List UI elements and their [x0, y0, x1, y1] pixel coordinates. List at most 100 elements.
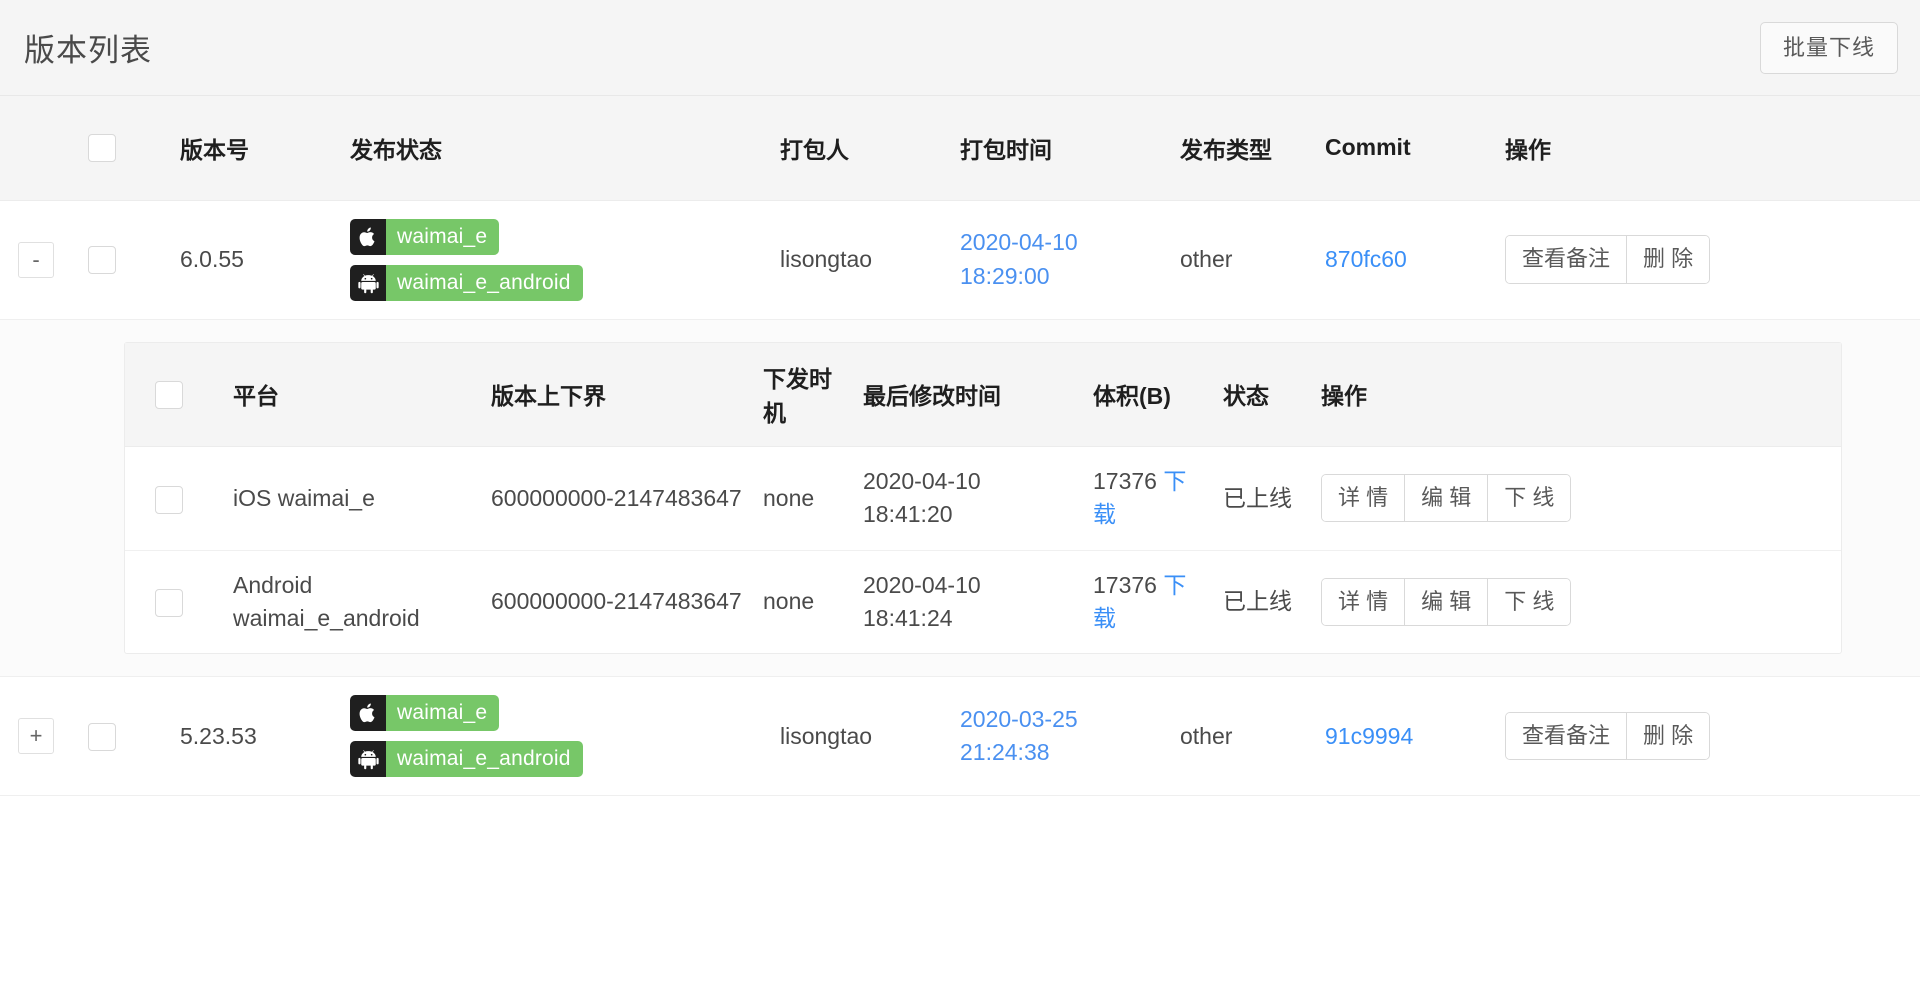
sub-select-all-checkbox[interactable]: [155, 380, 183, 409]
column-header-select: [78, 96, 170, 201]
sub-row-platform: iOS waimai_e: [223, 446, 481, 551]
platform-badge-ios-label: waimai_e: [386, 218, 500, 255]
sub-column-header-size: 体积(B): [1083, 342, 1213, 447]
column-header-version: 版本号: [170, 96, 340, 201]
apple-icon: [350, 218, 386, 255]
view-remark-button[interactable]: 查看备注: [1506, 236, 1627, 283]
row-packager: lisongtao: [770, 676, 950, 797]
offline-button[interactable]: 下 线: [1487, 475, 1571, 522]
platform-badge-ios: waimai_e: [350, 695, 500, 732]
sub-row-size-value: 17376: [1093, 468, 1157, 494]
row-pack-time[interactable]: 2020-04-10 18:29:00: [950, 200, 1170, 320]
column-header-release-status: 发布状态: [340, 96, 770, 201]
sub-row-action-button-group: 详 情 编 辑 下 线: [1321, 474, 1572, 523]
sub-row-checkbox[interactable]: [155, 485, 183, 514]
expand-toggle-button[interactable]: -: [18, 241, 54, 278]
sub-row-size-value: 17376: [1093, 571, 1157, 598]
page-header: 版本列表 批量下线: [0, 0, 1920, 96]
sub-row-last-modified: 2020-04-10 18:41:20: [853, 446, 1083, 551]
view-remark-button[interactable]: 查看备注: [1506, 713, 1627, 760]
sub-row-size-cell: 17376 下载: [1083, 446, 1213, 551]
table-body: - 6.0.55 waimai_e waimai_e_android lison…: [0, 200, 1920, 797]
sub-column-header-timing: 下发时机: [753, 342, 853, 447]
edit-button[interactable]: 编 辑: [1404, 475, 1488, 522]
row-release-status: waimai_e waimai_e_android: [340, 676, 770, 797]
delete-button[interactable]: 删 除: [1626, 713, 1710, 760]
platform-badge-android: waimai_e_android: [350, 264, 583, 301]
platform-badge-ios: waimai_e: [350, 218, 500, 255]
row-checkbox[interactable]: [88, 722, 116, 751]
sub-row-timing: none: [763, 588, 815, 615]
expanded-detail-cell: 平台 版本上下界 下发时机 最后修改时间 体积(B) 状态 操作 iOS wai…: [0, 319, 1920, 678]
row-commit[interactable]: 870fc60: [1315, 200, 1495, 320]
commit-link[interactable]: 870fc60: [1325, 246, 1407, 272]
sub-row-state: 已上线: [1223, 588, 1292, 615]
row-pack-time[interactable]: 2020-03-25 21:24:38: [950, 676, 1170, 797]
sub-row-select-cell: [125, 550, 223, 653]
row-operations: 查看备注 删 除: [1495, 200, 1920, 320]
row-checkbox[interactable]: [88, 245, 116, 274]
row-version: 5.23.53: [170, 676, 340, 797]
row-release-status: waimai_e waimai_e_android: [340, 200, 770, 320]
column-header-packager: 打包人: [770, 96, 950, 201]
row-commit[interactable]: 91c9994: [1315, 676, 1495, 797]
row-operations: 查看备注 删 除: [1495, 676, 1920, 797]
sub-row-state: 已上线: [1213, 446, 1311, 551]
platform-badge-ios-label: waimai_e: [386, 695, 500, 732]
pack-time-link[interactable]: 2020-03-25 21:24:38: [960, 706, 1078, 765]
sub-column-header-select: [125, 342, 223, 447]
row-expand-cell: -: [0, 200, 78, 320]
table-header-row: 版本号 发布状态 打包人 打包时间 发布类型 Commit 操作: [0, 96, 1920, 201]
expand-toggle-button[interactable]: +: [18, 718, 54, 755]
offline-button[interactable]: 下 线: [1487, 578, 1571, 626]
detail-button[interactable]: 详 情: [1322, 475, 1405, 522]
row-action-button-group: 查看备注 删 除: [1505, 235, 1711, 284]
sub-row-version-range: 600000000-2147483647: [491, 588, 742, 615]
sub-row-size-cell: 17376 下载: [1083, 550, 1213, 653]
sub-table-row: Android waimai_e_android 600000000-21474…: [125, 550, 1841, 653]
apple-icon: [350, 695, 386, 732]
pack-time-link[interactable]: 2020-04-10 18:29:00: [960, 229, 1078, 288]
sub-column-header-last-modified: 最后修改时间: [853, 342, 1083, 447]
sub-row-timing: none: [753, 446, 853, 551]
sub-table-row: iOS waimai_e 600000000-2147483647 none 2…: [125, 446, 1841, 551]
row-release-type: other: [1170, 200, 1315, 320]
delete-button[interactable]: 删 除: [1626, 236, 1710, 283]
sub-column-header-platform: 平台: [223, 342, 481, 447]
row-release-type: other: [1170, 676, 1315, 797]
sub-row-action-button-group: 详 情 编 辑 下 线: [1321, 577, 1572, 627]
table-row: + 5.23.53 waimai_e waimai_e_android liso…: [0, 676, 1920, 797]
detail-button[interactable]: 详 情: [1322, 578, 1405, 626]
sub-column-header-state: 状态: [1213, 342, 1311, 447]
android-icon: [350, 264, 386, 301]
sub-row-checkbox[interactable]: [155, 589, 183, 618]
platform-badge-android-label: waimai_e_android: [386, 741, 583, 778]
platform-badge-list: waimai_e waimai_e_android: [350, 695, 760, 778]
sub-table-body: iOS waimai_e 600000000-2147483647 none 2…: [125, 446, 1841, 654]
platform-badge-android: waimai_e_android: [350, 741, 583, 778]
select-all-checkbox[interactable]: [88, 134, 116, 163]
row-expand-cell: +: [0, 676, 78, 797]
sub-table-header-row: 平台 版本上下界 下发时机 最后修改时间 体积(B) 状态 操作: [125, 342, 1841, 447]
row-select-cell: [78, 200, 170, 320]
package-detail-panel: 平台 版本上下界 下发时机 最后修改时间 体积(B) 状态 操作 iOS wai…: [124, 341, 1842, 655]
batch-offline-button[interactable]: 批量下线: [1759, 21, 1898, 74]
android-icon: [350, 741, 386, 778]
column-header-operation: 操作: [1495, 96, 1920, 201]
sub-row-operations: 详 情 编 辑 下 线: [1311, 550, 1841, 653]
version-list-table: 版本号 发布状态 打包人 打包时间 发布类型 Commit 操作 - 6.0.5…: [0, 96, 1920, 797]
sub-row-platform: Android waimai_e_android: [233, 571, 420, 632]
expanded-detail-row: 平台 版本上下界 下发时机 最后修改时间 体积(B) 状态 操作 iOS wai…: [0, 319, 1920, 678]
table-head: 版本号 发布状态 打包人 打包时间 发布类型 Commit 操作: [0, 96, 1920, 201]
column-header-commit: Commit: [1315, 96, 1495, 201]
sub-row-last-modified: 2020-04-10 18:41:24: [863, 571, 981, 632]
edit-button[interactable]: 编 辑: [1404, 578, 1488, 626]
sub-row-operations: 详 情 编 辑 下 线: [1311, 446, 1841, 551]
row-packager: lisongtao: [770, 200, 950, 320]
row-select-cell: [78, 676, 170, 797]
sub-row-version-range: 600000000-2147483647: [481, 446, 753, 551]
commit-link[interactable]: 91c9994: [1325, 723, 1413, 749]
column-header-release-type: 发布类型: [1170, 96, 1315, 201]
row-version: 6.0.55: [170, 200, 340, 320]
sub-column-header-version-range: 版本上下界: [481, 342, 753, 447]
